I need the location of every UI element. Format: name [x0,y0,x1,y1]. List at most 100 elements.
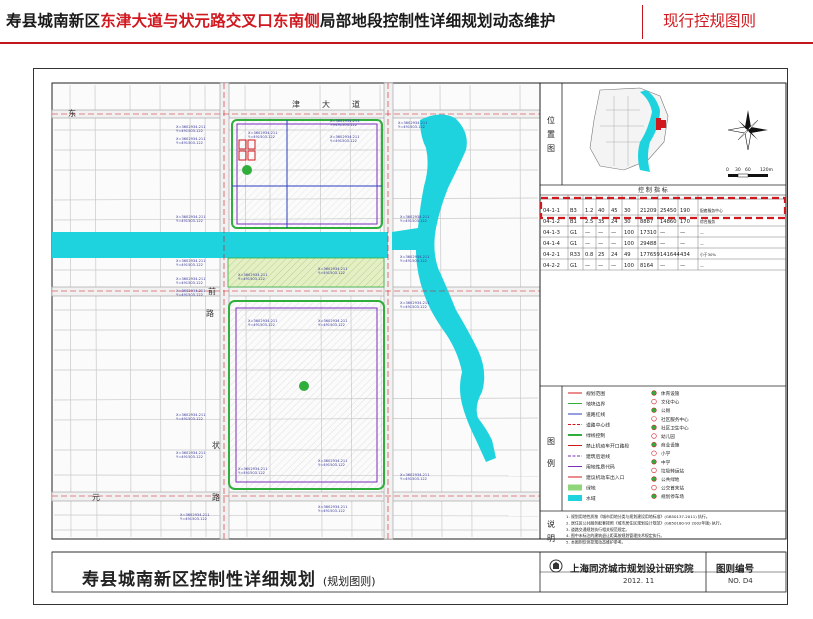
table-cell: — [660,230,665,236]
road-label: 状 [212,440,220,450]
table-cell: B3 [570,208,577,214]
coordinate-label: Y=491503.122 [400,219,427,223]
table-cell: 21209 [640,208,657,214]
legend-item: 公厕 [661,408,671,414]
legend-item: 规划范围 [586,390,605,397]
table-cell: 35 [598,219,605,225]
coordinate-label: Y=491503.122 [176,219,203,223]
legend-item: 道路红线 [586,411,605,418]
table-cell: 25450 [660,208,677,214]
coordinate-label: Y=491503.122 [400,305,427,309]
table-cell: 190 [680,208,690,214]
table-cell: — [585,241,590,247]
table-cell: 04-2-1 [543,252,560,258]
sheet-title-main: 寿县城南新区控制性详细规划 [82,570,316,590]
coordinate-label: Y=491503.122 [400,477,427,481]
table-cell: 170 [680,219,690,225]
legend-item: 道路中心线 [586,422,610,429]
table-cell: — [585,230,590,236]
legend-item: 文化中心 [661,399,680,406]
coordinate-label: Y=491503.122 [238,277,265,281]
table-cell: 49 [624,252,631,258]
legend-item: 幼儿园 [661,433,675,440]
table-cell: — [700,241,704,246]
coordinate-label: Y=491503.122 [398,125,425,129]
table-cell: 1.2 [585,208,593,214]
table-cell: 04-1-1 [543,208,560,214]
notes-heading: 明 [547,534,555,543]
table-cell: — [700,263,704,268]
table-cell: 综合服务 [700,219,715,224]
coordinate-label: Y=491503.122 [238,471,265,475]
legend-item: 禁止机动车开口路段 [586,443,629,450]
control-table-title: 控 制 指 标 [638,186,668,194]
table-cell: — [598,230,603,236]
table-cell: G1 [570,241,577,247]
legend-item: 建议机动车出入口 [586,474,625,481]
legend-item: 商业设施 [661,442,680,449]
table-cell: B1 [570,219,577,225]
coordinate-label: Y=491503.122 [176,455,203,459]
table-cell: 17310 [640,230,657,236]
legend-item: 规划停车场 [661,493,684,500]
coordinate-label: Y=491503.122 [176,141,203,145]
table-cell: 24 [611,252,618,258]
scale-tick: 30 [735,167,741,173]
table-cell: — [700,230,704,235]
coordinate-label: Y=491503.122 [318,323,345,327]
coordinate-label: Y=491503.122 [318,271,345,275]
table-cell: 29488 [640,241,657,247]
coordinate-label: Y=491503.122 [330,139,357,143]
table-cell: — [598,263,603,269]
location-label: 图 [547,144,555,153]
note-line: 2. 居住区公共服务配套按照《城市居住区规划设计规范》(GB50180-93 2… [566,520,724,525]
table-cell: 434 [680,252,691,258]
road-label: 东 [68,108,76,118]
coordinate-label: Y=491503.122 [400,259,427,263]
note-line: 4. 图中未标注的建筑退让距离按规划管理技术规定执行。 [566,533,664,538]
scale-tick: 0 [726,167,729,173]
table-cell: 100 [624,230,634,236]
table-cell: G1 [570,230,577,236]
table-cell: — [598,241,603,247]
table-cell: 14860 [660,219,677,225]
legend-item: 绿线控制 [586,432,605,439]
table-cell: — [611,230,616,236]
river-water [52,232,388,258]
table-cell: 04-1-3 [543,230,560,236]
drawing-number-label: 图则编号 [716,564,755,575]
table-cell: 100 [624,241,634,247]
table-cell: 30 [624,208,631,214]
table-cell: 04-1-4 [543,241,561,247]
coordinate-label: Y=491503.122 [180,517,207,521]
table-cell: 小于30% [700,252,716,257]
table-cell: — [660,241,665,247]
issue-date: 2012. 11 [623,577,655,585]
legend-heading: 例 [547,458,555,468]
sheet-title-sub: (规划图则) [322,575,376,588]
legend-item: 社区卫生中心 [661,424,689,431]
coordinate-label: Y=491503.122 [248,135,275,139]
plot-04-2-block [228,300,385,490]
coordinate-label: Y=491503.122 [330,123,357,127]
legend-item: 建筑后退线 [586,453,610,460]
road-label: 路 [206,308,214,318]
road-label: 道 [352,99,360,109]
table-cell: 45 [611,208,618,214]
table-cell: — [611,263,616,269]
table-cell: 04-1-2 [543,219,560,225]
legend-item: 公共绿地 [661,476,680,483]
scale-tick: 60 [745,167,751,173]
table-cell: 40 [598,208,605,214]
note-line: 1. 规划用地性质按《城市用地分类与规划建设用地标准》(GB50137-2011… [566,514,710,519]
legend-item: 公交首末站 [661,485,684,492]
coordinate-label: Y=491503.122 [176,129,203,133]
table-cell: 2.5 [585,219,593,225]
table-cell: — [611,241,616,247]
table-cell: 141644 [660,252,681,258]
table-cell: 100 [624,263,634,269]
table-cell: — [680,230,685,236]
legend-heading: 图 [547,437,555,446]
drawing-number: NO. D4 [728,577,753,585]
legend-item: 体育设施 [661,390,680,397]
